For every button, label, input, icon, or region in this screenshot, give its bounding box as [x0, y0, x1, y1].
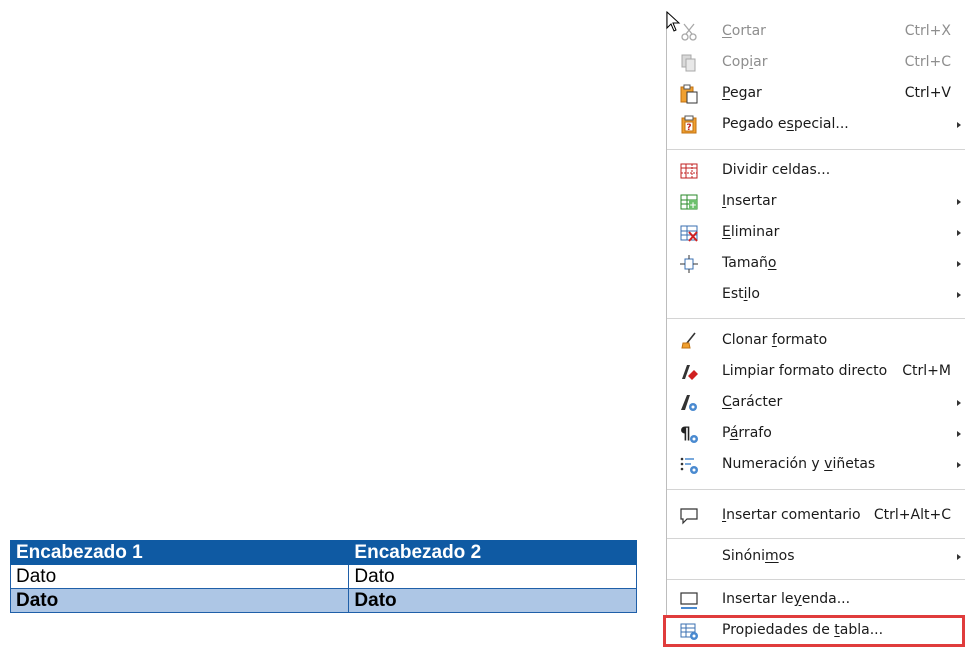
table-row: Dato Dato [9, 588, 637, 613]
submenu-arrow-icon [957, 199, 961, 205]
menu-item-label: Insertar comentario [722, 507, 861, 523]
menu-item-label: Propiedades de tabla... [722, 622, 884, 638]
table-header-row: Encabezado 1 Encabezado 2 [9, 540, 637, 565]
insert-table-icon: + [679, 192, 699, 212]
menu-item-copy[interactable]: Copiar Ctrl+C [667, 49, 965, 77]
submenu-arrow-icon [957, 462, 961, 468]
menu-item-character[interactable]: Carácter [667, 389, 965, 417]
character-icon [679, 393, 699, 413]
menu-item-paragraph[interactable]: ¶ Párrafo [667, 420, 965, 448]
menu-item-insert-comment[interactable]: Insertar comentario Ctrl+Alt+C [667, 502, 965, 530]
svg-text:?: ? [686, 123, 691, 133]
delete-table-icon [679, 223, 699, 243]
submenu-arrow-icon [957, 554, 961, 560]
menu-item-label: Limpiar formato directo [722, 363, 888, 379]
menu-item-paste-special[interactable]: ? Pegado especial... [667, 111, 965, 139]
menu-item-label: Párrafo [722, 425, 772, 441]
caption-icon [679, 590, 699, 610]
resize-icon [679, 254, 699, 274]
menu-item-label: Carácter [722, 394, 783, 410]
table-cell[interactable]: Dato [9, 564, 350, 589]
menu-item-label: Estilo [722, 286, 760, 302]
shortcut-label: Ctrl+Alt+C [873, 507, 951, 523]
shortcut-label: Ctrl+M [902, 363, 951, 379]
paste-special-icon: ? [679, 115, 699, 135]
table-cell[interactable]: Dato [348, 564, 637, 589]
paintbrush-icon [679, 331, 699, 351]
menu-item-label: Numeración y viñetas [722, 456, 876, 472]
shortcut-label: Ctrl+V [904, 85, 951, 101]
menu-item-label: Tamaño [722, 255, 777, 271]
table-cell[interactable]: Dato [9, 588, 350, 613]
table-properties-icon [679, 621, 699, 641]
menu-separator [667, 489, 965, 490]
menu-item-label: Insertar leyenda... [722, 591, 851, 607]
menu-item-size[interactable]: Tamaño [667, 250, 965, 278]
table-cell[interactable]: Dato [348, 588, 637, 613]
menu-item-insert[interactable]: + Insertar [667, 188, 965, 216]
menu-item-delete[interactable]: Eliminar [667, 219, 965, 247]
menu-item-split-cells[interactable]: Dividir celdas... [667, 157, 965, 185]
table-header-cell[interactable]: Encabezado 1 [9, 540, 350, 565]
menu-item-label: Sinónimos [722, 548, 795, 564]
list-icon [679, 455, 699, 475]
document-table[interactable]: Encabezado 1 Encabezado 2 Dato Dato Dato… [9, 540, 637, 613]
submenu-arrow-icon [957, 431, 961, 437]
svg-text:+: + [689, 201, 697, 211]
scissors-icon [679, 22, 699, 42]
mouse-cursor-icon [666, 11, 681, 32]
submenu-arrow-icon [957, 400, 961, 406]
shortcut-label: Ctrl+X [904, 23, 951, 39]
menu-item-style[interactable]: Estilo [667, 281, 965, 309]
submenu-arrow-icon [957, 261, 961, 267]
svg-text:¶: ¶ [680, 424, 691, 444]
menu-item-label: Dividir celdas... [722, 162, 831, 178]
table-header-cell[interactable]: Encabezado 2 [348, 540, 637, 565]
comment-icon [679, 506, 699, 526]
menu-item-clone-format[interactable]: Clonar formato [667, 327, 965, 355]
menu-separator [667, 538, 965, 539]
menu-item-table-properties[interactable]: Propiedades de tabla... [663, 615, 965, 647]
menu-item-paste[interactable]: Pegar Ctrl+V [667, 80, 965, 108]
menu-item-bullets-numbering[interactable]: Numeración y viñetas [667, 451, 965, 479]
menu-item-synonyms[interactable]: Sinónimos [667, 543, 965, 571]
menu-item-label: Copiar [722, 54, 768, 70]
submenu-arrow-icon [957, 122, 961, 128]
table-row: Dato Dato [9, 564, 637, 589]
menu-item-label: Pegado especial... [722, 116, 849, 132]
menu-item-label: Cortar [722, 23, 766, 39]
submenu-arrow-icon [957, 230, 961, 236]
paste-icon [679, 84, 699, 104]
pilcrow-icon: ¶ [679, 424, 699, 444]
menu-item-label: Insertar [722, 193, 777, 209]
split-cells-icon [679, 161, 699, 181]
menu-item-insert-caption[interactable]: Insertar leyenda... [667, 586, 965, 614]
menu-item-label: Eliminar [722, 224, 780, 240]
menu-item-label: Clonar formato [722, 332, 828, 348]
menu-item-cut[interactable]: Cortar Ctrl+X [667, 18, 965, 46]
menu-item-clear-direct-formatting[interactable]: Limpiar formato directo Ctrl+M [667, 358, 965, 386]
shortcut-label: Ctrl+C [904, 54, 951, 70]
clear-formatting-icon [679, 362, 699, 382]
menu-separator [667, 149, 965, 150]
menu-item-label: Pegar [722, 85, 762, 101]
context-menu: Cortar Ctrl+X Copiar Ctrl+C Pegar Ctrl+V… [663, 12, 965, 647]
submenu-arrow-icon [957, 292, 961, 298]
menu-separator [667, 318, 965, 319]
menu-separator [667, 579, 965, 580]
copy-icon [679, 53, 699, 73]
